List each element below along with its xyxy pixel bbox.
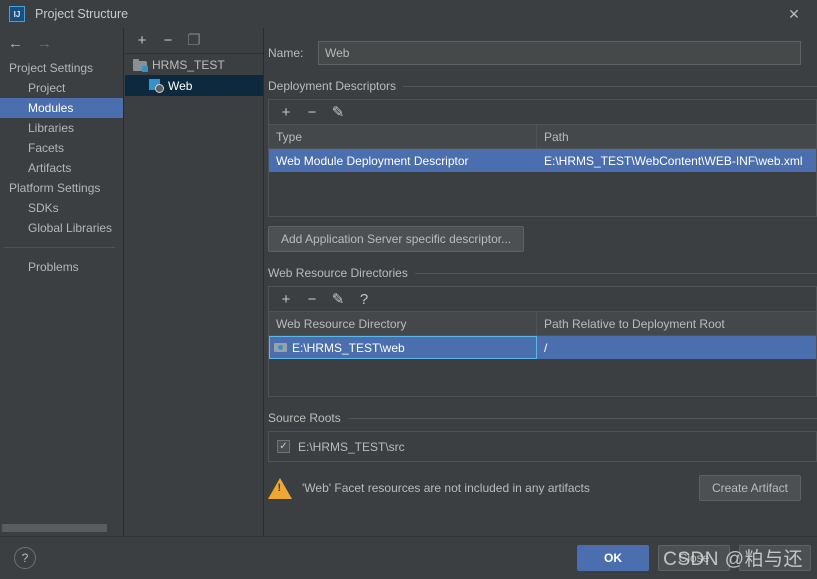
name-label: Name: xyxy=(268,46,304,60)
web-resource-directories-header: Web Resource Directories xyxy=(268,266,817,280)
table-row[interactable]: E:\HRMS_TEST\web / xyxy=(269,336,816,359)
source-roots-list: ✓ E:\HRMS_TEST\src xyxy=(268,431,817,462)
cell-relative-path: / xyxy=(544,340,548,355)
table-header-row: Web Resource Directory Path Relative to … xyxy=(269,312,816,336)
sidebar-group-project-settings: Project Settings xyxy=(9,61,94,75)
sidebar-item-libraries[interactable]: Libraries xyxy=(0,118,123,138)
close-button[interactable]: Close xyxy=(658,545,730,571)
sidebar-divider xyxy=(4,247,115,248)
cell-type: Web Module Deployment Descriptor xyxy=(276,153,469,168)
artifact-warning-row: 'Web' Facet resources are not included i… xyxy=(268,474,817,502)
back-arrow-icon[interactable]: ← xyxy=(8,36,23,51)
sidebar-item-sdks[interactable]: SDKs xyxy=(0,198,123,218)
add-descriptor-button[interactable]: + xyxy=(273,100,299,124)
column-header-web-resource-directory[interactable]: Web Resource Directory xyxy=(269,312,537,335)
remove-descriptor-button[interactable]: − xyxy=(299,100,325,124)
help-icon[interactable]: ? xyxy=(14,547,36,569)
module-tree-panel: + − ❐ HRMS_TEST Web xyxy=(125,28,264,536)
apply-button[interactable] xyxy=(739,545,811,571)
sidebar-item-problems[interactable]: Problems xyxy=(0,257,123,277)
deployment-descriptors-header: Deployment Descriptors xyxy=(268,79,817,93)
tree-node-facet-web[interactable]: Web xyxy=(125,75,263,96)
web-facet-icon xyxy=(149,79,164,93)
table-header-row: Type Path xyxy=(269,125,816,149)
help-resource-dir-button[interactable]: ? xyxy=(351,287,377,311)
section-title: Web Resource Directories xyxy=(268,266,408,280)
add-module-button[interactable]: + xyxy=(129,29,155,53)
intellij-logo-icon: IJ xyxy=(9,6,25,22)
deployment-descriptors-table: + − ✎ Type Path Web Module Deployment De… xyxy=(268,99,817,217)
forward-arrow-icon[interactable]: → xyxy=(37,36,52,51)
tree-node-label: HRMS_TEST xyxy=(152,57,225,72)
edit-resource-dir-button[interactable]: ✎ xyxy=(325,287,351,311)
web-resource-directory-editor[interactable]: E:\HRMS_TEST\web xyxy=(269,336,537,359)
settings-sidebar: ← → Project Settings Project Modules Lib… xyxy=(0,28,124,536)
module-icon xyxy=(133,58,148,72)
table-row[interactable]: Web Module Deployment Descriptor E:\HRMS… xyxy=(269,149,816,172)
sidebar-item-project[interactable]: Project xyxy=(0,78,123,98)
module-tree-toolbar: + − ❐ xyxy=(125,28,263,54)
warning-triangle-icon xyxy=(268,477,292,499)
close-icon[interactable]: ✕ xyxy=(771,0,817,28)
table-empty-area xyxy=(269,172,816,216)
edit-descriptor-button[interactable]: ✎ xyxy=(325,100,351,124)
facet-name-input[interactable] xyxy=(318,41,801,65)
web-resource-directories-toolbar: + − ✎ ? xyxy=(269,287,816,312)
warning-message: 'Web' Facet resources are not included i… xyxy=(302,481,590,495)
sidebar-item-modules[interactable]: Modules xyxy=(0,98,123,118)
title-bar: IJ Project Structure ✕ xyxy=(0,0,817,28)
add-app-server-descriptor-button[interactable]: Add Application Server specific descript… xyxy=(268,226,525,252)
sidebar-item-global-libraries[interactable]: Global Libraries xyxy=(0,218,123,238)
column-header-relative-path[interactable]: Path Relative to Deployment Root xyxy=(537,312,816,335)
header-rule xyxy=(347,417,817,419)
column-header-path[interactable]: Path xyxy=(537,125,816,148)
create-artifact-button[interactable]: Create Artifact xyxy=(698,475,801,501)
cell-path: E:\HRMS_TEST\WebContent\WEB-INF\web.xml xyxy=(544,153,803,168)
tree-node-label: Web xyxy=(168,78,193,93)
header-rule xyxy=(403,85,817,87)
copy-module-button[interactable]: ❐ xyxy=(181,29,207,53)
source-root-path: E:\HRMS_TEST\src xyxy=(298,439,405,454)
deployment-descriptors-toolbar: + − ✎ xyxy=(269,100,816,125)
header-rule xyxy=(414,272,817,274)
source-roots-header: Source Roots xyxy=(268,411,817,425)
name-row: Name: xyxy=(268,41,817,65)
web-resource-directories-table: + − ✎ ? Web Resource Directory Path Rela… xyxy=(268,286,817,397)
section-title: Deployment Descriptors xyxy=(268,79,397,93)
sidebar-horizontal-scrollbar[interactable] xyxy=(2,524,107,532)
dialog-footer: ? OK Close CSDN @粕与还 xyxy=(0,536,817,579)
remove-resource-dir-button[interactable]: − xyxy=(299,287,325,311)
tree-node-module[interactable]: HRMS_TEST xyxy=(125,54,263,75)
facet-settings-panel: Name: Deployment Descriptors + − ✎ Type … xyxy=(265,28,817,536)
folder-icon xyxy=(274,342,287,353)
table-empty-area xyxy=(269,359,816,396)
section-title: Source Roots xyxy=(268,411,341,425)
ok-button[interactable]: OK xyxy=(577,545,649,571)
remove-module-button[interactable]: − xyxy=(155,29,181,53)
column-header-type[interactable]: Type xyxy=(269,125,537,148)
source-root-checkbox[interactable]: ✓ xyxy=(277,440,290,453)
sidebar-item-facets[interactable]: Facets xyxy=(0,138,123,158)
navigation-arrows: ← → xyxy=(0,28,123,58)
cell-directory: E:\HRMS_TEST\web xyxy=(292,340,405,355)
sidebar-item-artifacts[interactable]: Artifacts xyxy=(0,158,123,178)
window-title: Project Structure xyxy=(35,7,129,21)
dialog-buttons: OK Close xyxy=(577,545,811,571)
add-resource-dir-button[interactable]: + xyxy=(273,287,299,311)
sidebar-group-platform-settings: Platform Settings xyxy=(9,181,101,195)
project-structure-dialog: IJ Project Structure ✕ ← → Project Setti… xyxy=(0,0,817,579)
